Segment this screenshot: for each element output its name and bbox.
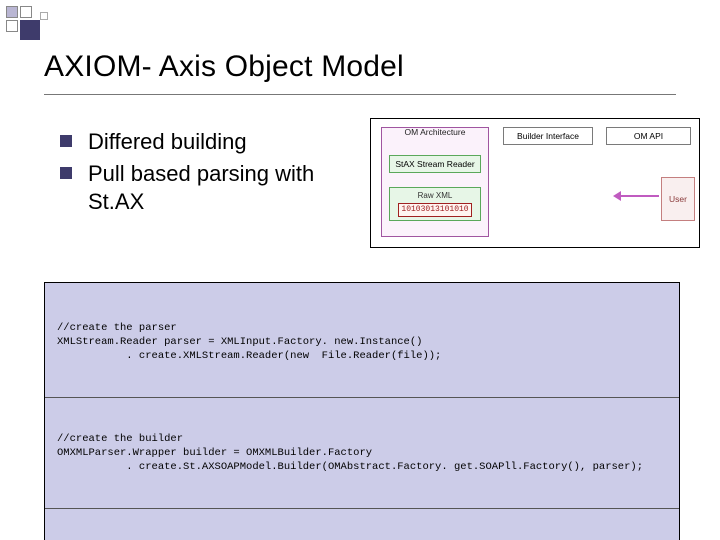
deco-square bbox=[20, 6, 32, 18]
om-architecture-diagram: OM Architecture Builder Interface OM API… bbox=[370, 118, 700, 248]
diagram-box-builder-interface: Builder Interface bbox=[503, 127, 593, 145]
diagram-hex: 10103013101010 bbox=[398, 203, 471, 217]
code-chunk: //create the parser XMLStream.Reader par… bbox=[57, 321, 667, 363]
bullet-list: Differed building Pull based parsing wit… bbox=[60, 128, 350, 220]
code-block: //create the parser XMLStream.Reader par… bbox=[44, 282, 680, 540]
divider bbox=[45, 508, 679, 509]
deco-square bbox=[6, 20, 18, 32]
diagram-box-user: User bbox=[661, 177, 695, 221]
arrow-left-icon bbox=[619, 195, 659, 197]
title-underline bbox=[44, 94, 676, 95]
page-title: AXIOM- Axis Object Model bbox=[44, 50, 404, 84]
bullet-icon bbox=[60, 167, 72, 179]
code-chunk: //create the builder OMXMLParser.Wrapper… bbox=[57, 432, 667, 474]
diagram-box-om-api: OM API bbox=[606, 127, 691, 145]
deco-square bbox=[20, 20, 40, 40]
corner-decoration bbox=[0, 0, 120, 42]
list-item: Differed building bbox=[60, 128, 350, 156]
bullet-icon bbox=[60, 135, 72, 147]
diagram-label: Raw XML bbox=[418, 191, 453, 201]
slide: AXIOM- Axis Object Model Differed buildi… bbox=[0, 0, 720, 540]
divider bbox=[45, 397, 679, 398]
bullet-text: Pull based parsing with St.AX bbox=[88, 160, 350, 216]
deco-square bbox=[40, 12, 48, 20]
diagram-label: OM Architecture bbox=[382, 127, 488, 137]
deco-square bbox=[6, 6, 18, 18]
diagram-box-raw-xml: Raw XML 10103013101010 bbox=[389, 187, 481, 221]
diagram-box-stax-reader: StAX Stream Reader bbox=[389, 155, 481, 173]
list-item: Pull based parsing with St.AX bbox=[60, 160, 350, 216]
bullet-text: Differed building bbox=[88, 128, 247, 156]
